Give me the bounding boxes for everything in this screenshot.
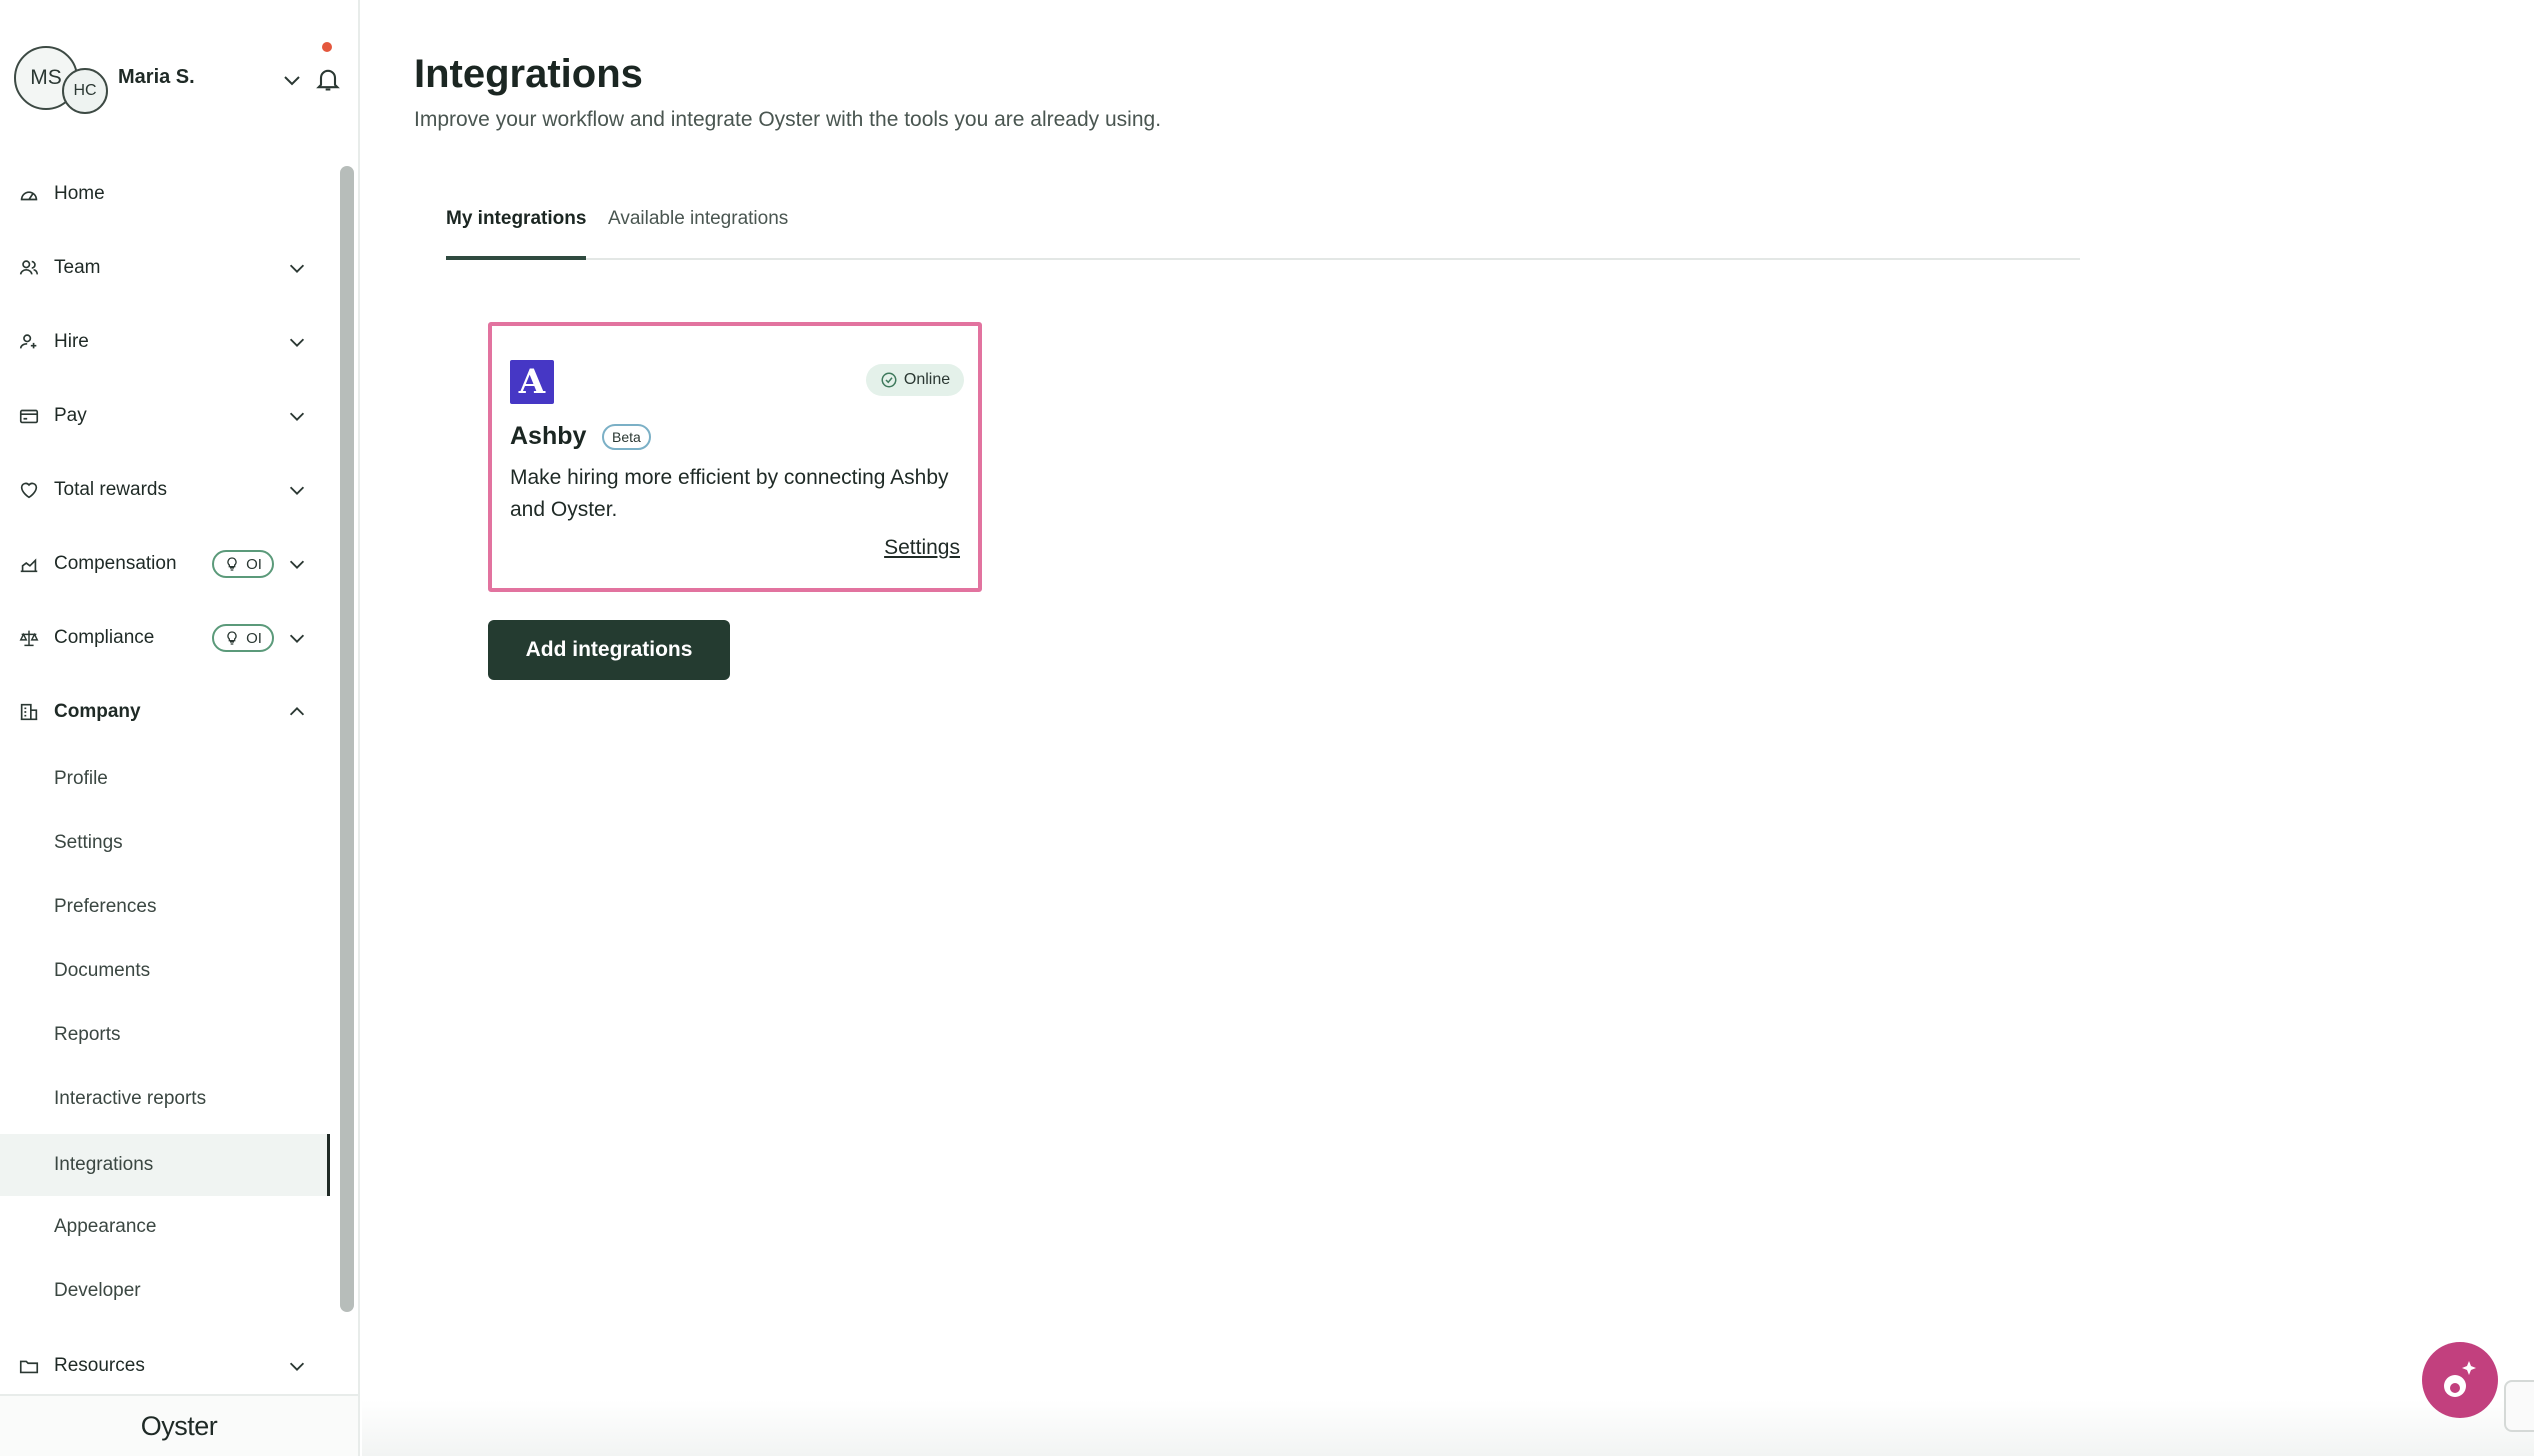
- badge-text: OI: [246, 555, 262, 573]
- assistant-fab[interactable]: [2422, 1342, 2498, 1418]
- active-tab-indicator: [446, 256, 586, 260]
- sidebar-subitem-label: Developer: [54, 1280, 141, 1301]
- user-menu[interactable]: MS HC Maria S.: [14, 42, 344, 114]
- notification-dot: [322, 42, 332, 52]
- company-avatar: HC: [62, 68, 108, 114]
- home-icon: [20, 191, 38, 201]
- sparkle-assistant-icon: [2444, 1361, 2476, 1397]
- chevron-down-icon: [289, 560, 305, 569]
- sidebar-subitem-label: Settings: [54, 832, 123, 853]
- ashby-logo: A: [510, 360, 554, 404]
- sidebar-item-pay[interactable]: Pay: [0, 384, 330, 448]
- page-subtitle: Improve your workflow and integrate Oyst…: [414, 108, 1162, 131]
- chevron-down-icon: [289, 338, 305, 347]
- team-icon: [19, 260, 39, 275]
- check-circle-icon: [881, 372, 897, 388]
- sidebar-item-label: Team: [54, 257, 101, 278]
- page-title: Integrations: [414, 52, 643, 96]
- sidebar: MS HC Maria S. Home Team Hire Pay Total …: [0, 0, 360, 1456]
- pay-icon: [19, 409, 39, 424]
- status-badge: Online: [866, 364, 964, 396]
- app-root: MS HC Maria S. Home Team Hire Pay Total …: [0, 0, 2534, 1456]
- heart-icon: [20, 482, 38, 499]
- integration-name: Ashby: [510, 422, 587, 450]
- chevron-down-icon: [289, 486, 305, 495]
- sidebar-subitem-appearance[interactable]: Appearance: [0, 1196, 330, 1258]
- brand-footer: Oyster: [0, 1394, 358, 1456]
- hire-icon: [19, 334, 37, 349]
- chevron-down-icon: [289, 412, 305, 421]
- sidebar-subitem-label: Appearance: [54, 1216, 157, 1237]
- sidebar-subitem-label: Integrations: [54, 1154, 154, 1175]
- beta-badge: Beta: [602, 424, 651, 450]
- lightbulb-icon: [227, 557, 237, 571]
- sidebar-subitem-preferences[interactable]: Preferences: [0, 876, 330, 938]
- sidebar-item-hire[interactable]: Hire: [0, 310, 330, 374]
- add-integrations-button[interactable]: Add integrations: [488, 620, 730, 680]
- sidebar-item-label: Hire: [54, 331, 89, 352]
- oi-badge: OI: [212, 624, 274, 652]
- sidebar-subitem-profile[interactable]: Profile: [0, 748, 330, 810]
- scale-icon: [19, 630, 39, 647]
- sidebar-item-compliance[interactable]: Compliance OI: [0, 606, 330, 670]
- status-text: Online: [903, 371, 951, 388]
- integration-description: Make hiring more efficient by connecting…: [510, 466, 949, 521]
- sidebar-item-label: Compensation: [54, 553, 177, 574]
- oyster-logo: Oyster: [140, 1410, 218, 1441]
- chevron-down-icon: [289, 634, 305, 643]
- tab-available-integrations[interactable]: Available integrations: [608, 208, 788, 230]
- oi-badge: OI: [212, 550, 274, 578]
- integration-settings-link[interactable]: Settings: [884, 536, 960, 560]
- sidebar-subitem-settings[interactable]: Settings: [0, 812, 330, 874]
- sidebar-subitem-label: Interactive reports: [54, 1088, 207, 1109]
- lightbulb-icon: [227, 631, 237, 645]
- sidebar-subitem-interactive-reports[interactable]: Interactive reports: [0, 1068, 330, 1130]
- folder-icon: [19, 1360, 39, 1374]
- bell-icon[interactable]: [314, 64, 342, 94]
- sidebar-subitem-documents[interactable]: Documents: [0, 940, 330, 1002]
- sidebar-item-label: Company: [54, 701, 141, 722]
- tab-my-integrations[interactable]: My integrations: [446, 208, 586, 230]
- sidebar-subitem-label: Reports: [54, 1024, 121, 1045]
- chevron-up-icon: [289, 707, 305, 716]
- compensation-icon: [20, 558, 38, 573]
- bottom-shade: [362, 1400, 2534, 1456]
- sidebar-item-label: Pay: [54, 405, 87, 426]
- integration-card: A Online Ashby Beta Make hiring more eff…: [488, 322, 982, 592]
- sidebar-scrollbar[interactable]: [336, 166, 354, 1392]
- sidebar-item-label: Resources: [54, 1355, 145, 1376]
- sidebar-subitem-label: Documents: [54, 960, 151, 981]
- sidebar-subitem-integrations[interactable]: Integrations: [0, 1134, 330, 1196]
- badge-text: OI: [246, 629, 262, 647]
- chevron-down-icon[interactable]: [280, 68, 304, 92]
- sidebar-item-label: Total rewards: [54, 479, 167, 500]
- sidebar-subitem-reports[interactable]: Reports: [0, 1004, 330, 1066]
- scrollbar-thumb[interactable]: [340, 166, 354, 1312]
- sidebar-item-label: Compliance: [54, 627, 155, 648]
- sidebar-item-total-rewards[interactable]: Total rewards: [0, 458, 330, 522]
- sidebar-subitem-label: Profile: [54, 768, 108, 789]
- chevron-down-icon: [289, 264, 305, 273]
- sidebar-item-team[interactable]: Team: [0, 236, 330, 300]
- sidebar-item-compensation[interactable]: Compensation OI: [0, 532, 330, 596]
- user-name[interactable]: Maria S.: [118, 66, 195, 89]
- side-panel-tab[interactable]: [2504, 1380, 2534, 1432]
- sidebar-item-company[interactable]: Company: [0, 680, 330, 744]
- chevron-down-icon: [289, 1362, 305, 1371]
- tab-bar: My integrations Available integrations: [446, 196, 2080, 260]
- sidebar-subitem-label: Preferences: [54, 896, 157, 917]
- sidebar-item-resources[interactable]: Resources: [0, 1334, 330, 1398]
- building-icon: [20, 703, 38, 721]
- sidebar-item-label: Home: [54, 183, 105, 204]
- sidebar-subitem-developer[interactable]: Developer: [0, 1260, 330, 1322]
- sidebar-item-home[interactable]: Home: [0, 162, 330, 226]
